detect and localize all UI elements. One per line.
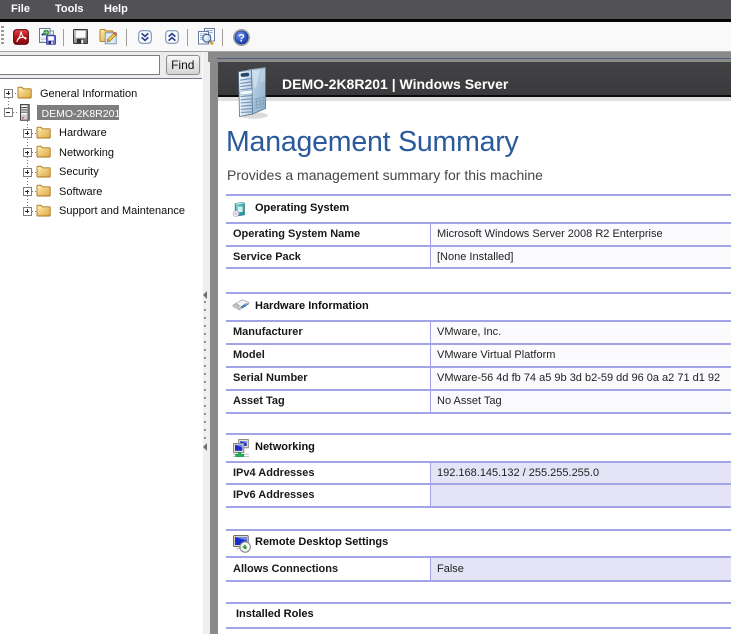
svg-text:?: ? [238,32,245,44]
